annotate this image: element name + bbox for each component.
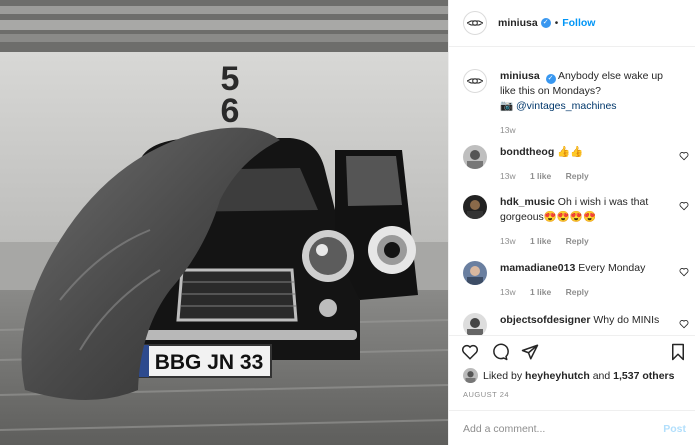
likes-count[interactable]: 1,537 others xyxy=(613,370,674,382)
save-bookmark-icon[interactable] xyxy=(670,343,686,361)
avatar-photo-icon xyxy=(463,313,487,335)
commenter-avatar[interactable] xyxy=(463,313,487,335)
commenter-avatar[interactable] xyxy=(463,261,487,285)
like-comment-heart-icon[interactable] xyxy=(679,201,689,211)
avatar-photo-icon xyxy=(463,195,487,219)
comment-item: bondtheog 👍👍 13w 1 like Reply xyxy=(463,145,693,184)
post-caption: miniusa ✓ Anybody else wake up like this… xyxy=(463,69,691,138)
comment-username[interactable]: mamadiane013 xyxy=(500,262,575,274)
post-comment-button[interactable]: Post xyxy=(663,423,686,435)
add-comment-input[interactable]: Add a comment... xyxy=(463,423,663,435)
mini-logo-icon xyxy=(467,78,483,84)
comment-text-block: bondtheog 👍👍 13w 1 like Reply xyxy=(500,145,680,184)
reply-button[interactable]: Reply xyxy=(566,236,589,246)
miniusa-caption-avatar[interactable] xyxy=(463,69,487,93)
comment-item: objectsofdesigner Why do MINIs xyxy=(463,313,693,335)
comment-likes[interactable]: 1 like xyxy=(530,287,551,297)
commenter-avatar[interactable] xyxy=(463,195,487,219)
comment-text-block: mamadiane013 Every Monday 13w 1 like Rep… xyxy=(500,261,680,300)
caption-meta: 13w xyxy=(500,123,680,138)
header-separator: • xyxy=(554,17,559,29)
reply-button[interactable]: Reply xyxy=(566,287,589,297)
comment-item: hdk_music Oh i wish i was that gorgeous😍… xyxy=(463,195,693,249)
commenter-avatar[interactable] xyxy=(463,145,487,169)
follow-button[interactable]: Follow xyxy=(562,17,595,29)
avatar-photo-icon xyxy=(463,145,487,169)
caption-text-block: miniusa ✓ Anybody else wake up like this… xyxy=(500,69,680,138)
instagram-post-modal: 5 6 BBG JN 33 miniusa ✓ • Follow miniusa… xyxy=(0,0,695,445)
comment-username[interactable]: hdk_music xyxy=(500,196,555,208)
share-paper-plane-icon[interactable] xyxy=(521,343,539,361)
miniusa-avatar[interactable] xyxy=(463,11,487,35)
likes-prefix: Liked by xyxy=(483,369,523,382)
comment-text: 👍👍 xyxy=(557,146,584,158)
comment-likes[interactable]: 1 like xyxy=(530,236,551,246)
comment-item: mamadiane013 Every Monday 13w 1 like Rep… xyxy=(463,261,693,300)
liker-username[interactable]: heyheyhutch xyxy=(525,370,590,382)
verified-badge-icon: ✓ xyxy=(540,18,551,28)
verified-badge-icon: ✓ xyxy=(545,74,556,84)
caption-time[interactable]: 13w xyxy=(500,125,516,135)
camera-emoji: 📷 xyxy=(500,100,514,112)
avatar-photo-icon xyxy=(463,261,487,285)
comments-list[interactable]: miniusa ✓ Anybody else wake up like this… xyxy=(449,47,695,335)
comment-username[interactable]: bondtheog xyxy=(500,146,554,158)
comment-meta: 13w 1 like Reply xyxy=(500,285,680,300)
caption-username[interactable]: miniusa xyxy=(500,70,540,82)
stall-number-bottom: 6 xyxy=(221,92,240,130)
mini-logo-icon xyxy=(467,20,483,26)
caption-mention-link[interactable]: @vintages_machines xyxy=(516,100,617,112)
comment-bubble-icon[interactable] xyxy=(491,343,509,361)
like-comment-heart-icon[interactable] xyxy=(679,319,689,329)
post-date[interactable]: AUGUST 24 xyxy=(463,390,509,399)
license-plate-text: BBG JN 33 xyxy=(155,351,264,374)
post-photo: 5 6 BBG JN 33 xyxy=(0,0,448,445)
reply-button[interactable]: Reply xyxy=(566,171,589,181)
like-comment-heart-icon[interactable] xyxy=(679,267,689,277)
likes-summary: Liked by heyheyhutch and 1,537 others xyxy=(463,368,674,383)
likes-and: and xyxy=(592,369,611,382)
post-side-panel: miniusa ✓ • Follow miniusa ✓ Anybody els… xyxy=(448,0,695,445)
comment-text-block: hdk_music Oh i wish i was that gorgeous😍… xyxy=(500,195,680,249)
post-header: miniusa ✓ • Follow xyxy=(449,0,695,47)
mini-car-photo: 5 6 BBG JN 33 xyxy=(0,0,448,445)
header-username[interactable]: miniusa xyxy=(498,17,538,29)
comment-likes[interactable]: 1 like xyxy=(530,171,551,181)
add-comment-bar: Add a comment... Post xyxy=(449,410,695,446)
liker-avatar[interactable] xyxy=(463,368,478,383)
comment-time[interactable]: 13w xyxy=(500,171,516,181)
comment-username[interactable]: objectsofdesigner xyxy=(500,314,590,326)
avatar-photo-icon xyxy=(463,368,478,383)
comment-meta: 13w 1 like Reply xyxy=(500,234,680,249)
comment-text: Every Monday xyxy=(578,262,646,274)
like-comment-heart-icon[interactable] xyxy=(679,151,689,161)
comment-time[interactable]: 13w xyxy=(500,236,516,246)
comment-text-block: objectsofdesigner Why do MINIs xyxy=(500,313,680,335)
comment-meta: 13w 1 like Reply xyxy=(500,169,680,184)
comment-time[interactable]: 13w xyxy=(500,287,516,297)
post-action-bar xyxy=(449,335,695,364)
comment-text: Why do MINIs xyxy=(593,314,660,326)
like-heart-icon[interactable] xyxy=(461,343,479,361)
